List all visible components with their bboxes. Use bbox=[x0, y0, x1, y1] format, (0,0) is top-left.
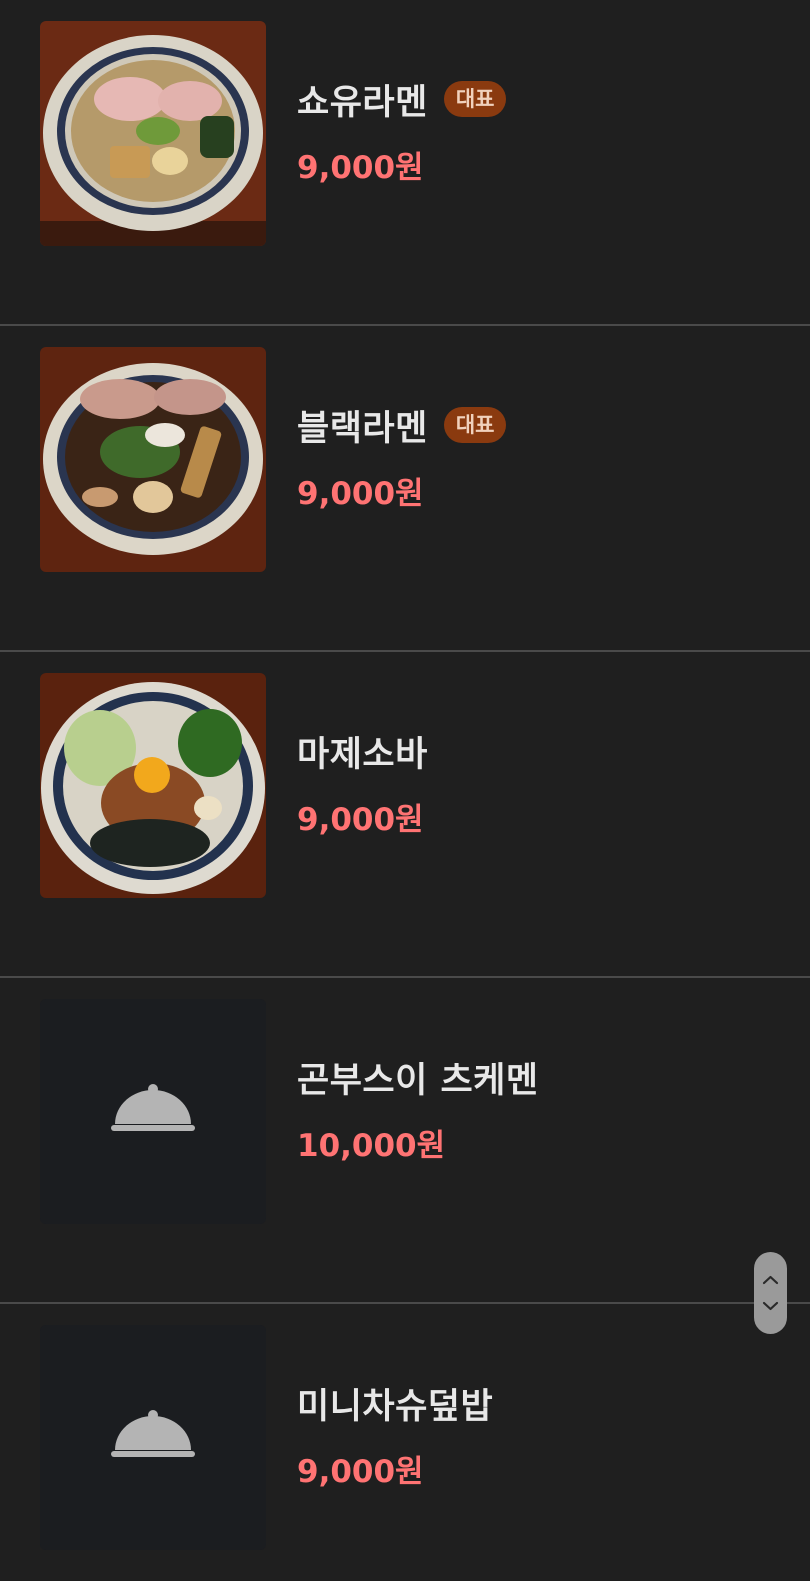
chevron-down-icon[interactable] bbox=[762, 1301, 779, 1311]
menu-item-price: 10,000원 bbox=[297, 1128, 446, 1164]
menu-item-info: 곤부스이 츠케멘 10,000원 bbox=[297, 1054, 539, 1165]
menu-item-image[interactable] bbox=[40, 673, 266, 898]
menu-item-info: 미니차슈덮밥 9,000원 bbox=[297, 1380, 493, 1491]
cloche-icon bbox=[40, 999, 266, 1224]
menu-item-name-row: 쇼유라멘 대표 bbox=[297, 76, 507, 123]
menu-item-shoyu-ramen[interactable]: 쇼유라멘 대표 9,000원 bbox=[0, 0, 810, 326]
menu-item-price: 9,000원 bbox=[297, 1454, 424, 1490]
menu-item-name: 마제소바 bbox=[297, 734, 428, 775]
menu-item-name-row: 마제소바 bbox=[297, 728, 428, 775]
menu-list: 쇼유라멘 대표 9,000원 블랙라멘 대표 9,000원 마제소바 9,000… bbox=[0, 0, 810, 1581]
menu-item-name-row: 곤부스이 츠케멘 bbox=[297, 1054, 539, 1101]
signature-badge: 대표 bbox=[443, 407, 507, 443]
menu-item-info: 쇼유라멘 대표 9,000원 bbox=[297, 76, 507, 187]
menu-item-name: 미니차슈덮밥 bbox=[297, 1386, 494, 1427]
menu-item-black-ramen[interactable]: 블랙라멘 대표 9,000원 bbox=[0, 326, 810, 652]
scroll-control[interactable] bbox=[754, 1252, 787, 1334]
menu-item-image-placeholder[interactable] bbox=[40, 1325, 266, 1550]
menu-item-name-row: 블랙라멘 대표 bbox=[297, 402, 507, 449]
menu-item-name: 곤부스이 츠케멘 bbox=[297, 1060, 539, 1101]
menu-item-konbusui-tsukemen[interactable]: 곤부스이 츠케멘 10,000원 bbox=[0, 978, 810, 1304]
menu-item-image[interactable] bbox=[40, 347, 266, 572]
menu-item-info: 마제소바 9,000원 bbox=[297, 728, 428, 839]
menu-item-price: 9,000원 bbox=[297, 476, 424, 512]
menu-item-name-row: 미니차슈덮밥 bbox=[297, 1380, 494, 1427]
menu-item-info: 블랙라멘 대표 9,000원 bbox=[297, 402, 507, 513]
menu-item-mini-chashu-don[interactable]: 미니차슈덮밥 9,000원 bbox=[0, 1304, 810, 1581]
signature-badge: 대표 bbox=[443, 81, 507, 117]
menu-item-name: 쇼유라멘 bbox=[297, 82, 428, 123]
chevron-up-icon[interactable] bbox=[762, 1275, 779, 1285]
ramen-bowl-photo bbox=[40, 347, 266, 572]
ramen-bowl-photo bbox=[40, 21, 266, 246]
menu-item-price: 9,000원 bbox=[297, 802, 424, 838]
menu-item-image[interactable] bbox=[40, 21, 266, 246]
noodle-bowl-photo bbox=[40, 673, 266, 898]
menu-item-name: 블랙라멘 bbox=[297, 408, 428, 449]
scroll-control-icons bbox=[762, 1275, 779, 1311]
menu-item-mazesoba[interactable]: 마제소바 9,000원 bbox=[0, 652, 810, 978]
menu-item-price: 9,000원 bbox=[297, 150, 424, 186]
cloche-icon bbox=[40, 1325, 266, 1550]
menu-item-image-placeholder[interactable] bbox=[40, 999, 266, 1224]
